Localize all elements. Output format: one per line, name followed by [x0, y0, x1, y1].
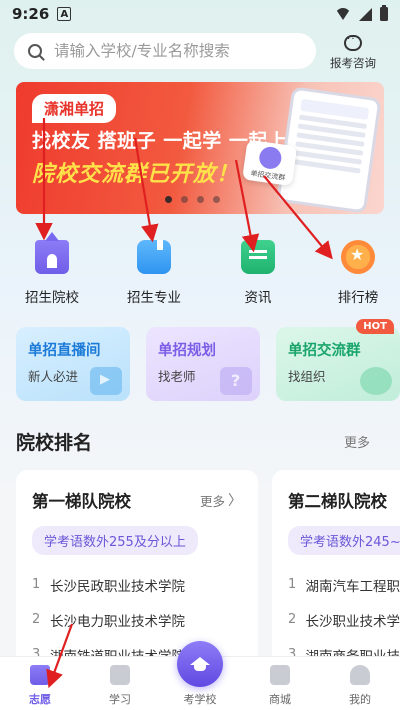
- feature-cards: 单招直播间 新人必进 单招规划 找老师 单招交流群 找组织 HOT: [16, 319, 400, 403]
- search-icon: [28, 44, 42, 58]
- status-bar: 9:26 A: [0, 0, 400, 28]
- graduation-cap-icon[interactable]: [177, 641, 223, 687]
- rank-number: 1: [288, 577, 297, 592]
- school-building-icon: [35, 232, 69, 274]
- quick-nav: 招生院校 招生专业 资讯 排行榜: [0, 232, 400, 310]
- pagination-dot[interactable]: [165, 196, 172, 203]
- list-item[interactable]: 2 长沙电力职业技术学院: [32, 602, 242, 637]
- chat-icon: [344, 34, 362, 51]
- hot-badge: HOT: [356, 319, 394, 334]
- promo-banner[interactable]: 潇湘单招 找校友 搭班子 一起学 一起上 院校交流群已开放！ 单招交流群: [16, 82, 384, 214]
- nav-label: 招生专业: [127, 290, 181, 306]
- phone-illustration: 单招交流群: [242, 86, 382, 214]
- tab-volunteer[interactable]: 志愿: [10, 665, 70, 707]
- tier-more-link[interactable]: 更多: [200, 491, 225, 510]
- nav-label: 招生院校: [25, 290, 79, 306]
- consult-label: 报考咨询: [330, 56, 376, 70]
- nav-label: 排行榜: [337, 290, 379, 306]
- card-live-room[interactable]: 单招直播间 新人必进: [16, 327, 130, 401]
- star-medal-icon: [341, 240, 375, 274]
- tier-card-1[interactable]: 第一梯队院校 更多 〉 学考语数外255及分以上 1 长沙民政职业技术学院 2 长沙…: [16, 470, 258, 670]
- list-item[interactable]: 1 长沙民政职业技术学院: [32, 567, 242, 602]
- status-time: 9:26: [12, 5, 50, 23]
- consult-button[interactable]: 报考咨询: [324, 33, 382, 71]
- rank-number: 2: [288, 612, 297, 627]
- chat-bubble-icon: [360, 367, 392, 395]
- pagination-dot[interactable]: [181, 196, 188, 203]
- school-name: 长沙职业技术学: [305, 613, 400, 630]
- tier-card-2[interactable]: 第二梯队院校 学考语数外245~2 1湖南汽车工程职 2长沙职业技术学 3湖南商…: [272, 470, 400, 670]
- nav-item-schools[interactable]: 招生院校: [12, 232, 92, 306]
- rank-number: 2: [32, 612, 41, 627]
- tier-name: 第一梯队院校: [32, 492, 131, 511]
- tab-mall[interactable]: 商城: [250, 665, 310, 707]
- search-bar[interactable]: [14, 33, 316, 69]
- section-title: 院校排名: [16, 432, 93, 454]
- school-name: 长沙民政职业技术学院: [50, 578, 185, 595]
- book-icon: [137, 240, 171, 274]
- pagination-dot[interactable]: [197, 196, 204, 203]
- tab-label: 考学校: [183, 693, 217, 706]
- banner-pagination[interactable]: [165, 196, 220, 203]
- tab-label: 商城: [269, 693, 291, 706]
- tab-study[interactable]: 学习: [90, 665, 150, 707]
- banner-tag: 潇湘单招: [32, 94, 117, 123]
- criteria-pill: 学考语数外245~2: [288, 526, 400, 555]
- news-tray-icon: [241, 240, 275, 274]
- pagination-dot[interactable]: [213, 196, 220, 203]
- chevron-right-icon: 〉: [228, 493, 242, 509]
- criteria-pill: 学考语数外255及分以上: [32, 526, 198, 555]
- search-input[interactable]: [54, 42, 294, 60]
- question-bubble-icon: [220, 367, 252, 395]
- rank-number: 1: [32, 577, 41, 592]
- bottom-tab-bar: 志愿 学习 考学校 商城 我的: [0, 641, 400, 710]
- tier-name: 第二梯队院校: [288, 492, 387, 511]
- nav-item-majors[interactable]: 招生专业: [114, 240, 194, 306]
- card-title: 单招交流群: [288, 343, 361, 359]
- ranking-more-link[interactable]: 更多: [344, 432, 370, 451]
- card-group-chat[interactable]: 单招交流群 找组织: [276, 327, 400, 401]
- school-name: 湖南汽车工程职: [305, 578, 400, 595]
- battery-icon: [380, 5, 388, 21]
- book-open-icon: [110, 665, 130, 685]
- card-planning[interactable]: 单招规划 找老师: [146, 327, 260, 401]
- list-item[interactable]: 2 长沙职业技术学: [288, 602, 400, 637]
- banner-subheadline: 院校交流群已开放！: [32, 162, 240, 187]
- nav-item-rankings[interactable]: 排行榜: [318, 240, 398, 306]
- wifi-icon: [335, 8, 351, 20]
- school-name: 长沙电力职业技术学院: [50, 613, 185, 630]
- sim-indicator-icon: A: [57, 7, 72, 21]
- list-item[interactable]: 1 湖南汽车工程职: [288, 567, 400, 602]
- shopping-bag-icon: [270, 665, 290, 685]
- home-icon: [30, 665, 50, 685]
- card-title: 单招直播间: [28, 343, 101, 359]
- signal-icon: [359, 7, 372, 21]
- nav-item-news[interactable]: 资讯: [218, 240, 298, 306]
- tab-label: 志愿: [29, 693, 51, 706]
- nav-label: 资讯: [244, 290, 272, 306]
- tv-play-icon: [90, 367, 122, 395]
- tab-label: 学习: [109, 693, 131, 706]
- tab-profile[interactable]: 我的: [330, 665, 390, 707]
- card-title: 单招规划: [158, 343, 216, 359]
- user-icon: [350, 665, 370, 685]
- tab-label: 我的: [349, 693, 371, 706]
